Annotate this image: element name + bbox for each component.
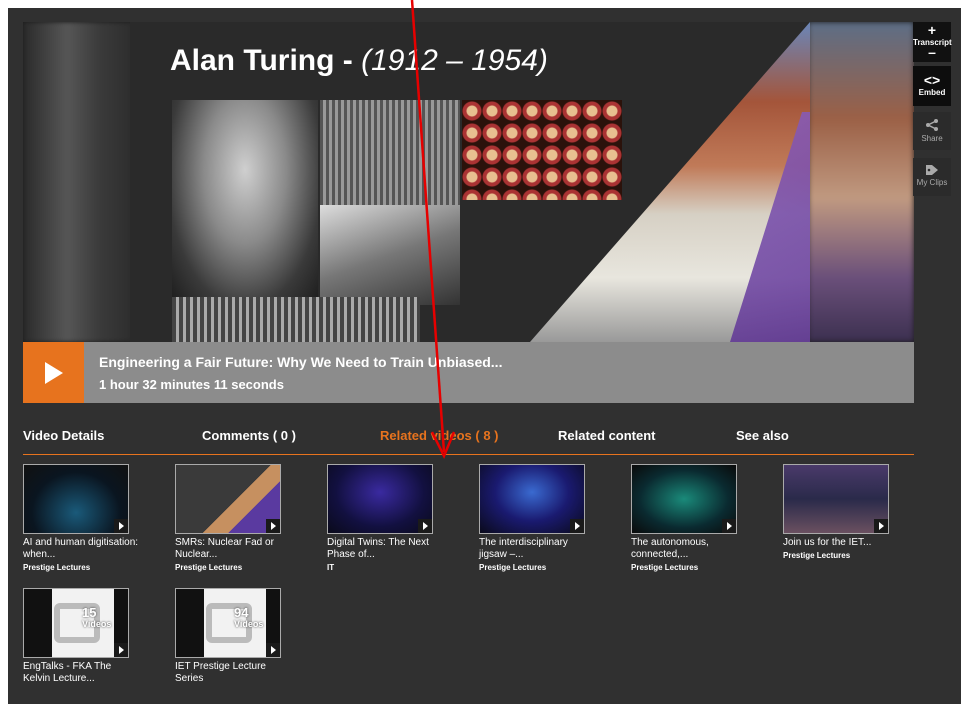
minus-icon: – — [928, 44, 936, 60]
playlist-card[interactable]: 94 Videos IET Prestige Lecture Series — [175, 588, 297, 685]
page-frame: Alan Turing - (1912 – 1954) Engineering … — [8, 8, 961, 704]
video-card-category: Prestige Lectures — [23, 563, 91, 572]
play-button[interactable] — [23, 342, 84, 403]
related-video-card[interactable]: The interdisciplinary jigsaw –... Presti… — [479, 464, 601, 572]
my-clips-label: My Clips — [916, 178, 948, 187]
enigma-rotors-image — [462, 100, 622, 200]
tab-comments-label: Comments — [202, 428, 270, 443]
video-card-category: IT — [327, 563, 335, 572]
tab-comments-count: ( 0 ) — [272, 428, 296, 443]
play-icon — [874, 519, 888, 533]
play-icon — [722, 519, 736, 533]
video-card-category: Prestige Lectures — [631, 563, 699, 572]
video-card-title[interactable]: AI and human digitisation: when... — [23, 537, 141, 561]
plus-icon: + — [927, 22, 937, 38]
play-icon — [570, 519, 584, 533]
video-card-title[interactable]: SMRs: Nuclear Fad or Nuclear... — [175, 537, 293, 561]
video-title: Engineering a Fair Future: Why We Need t… — [99, 354, 503, 370]
video-card-title[interactable]: The interdisciplinary jigsaw –... — [479, 537, 597, 561]
video-card-category: Prestige Lectures — [479, 563, 547, 572]
play-icon — [266, 519, 280, 533]
related-video-card[interactable]: Digital Twins: The Next Phase of... IT — [327, 464, 449, 572]
tab-comments[interactable]: Comments ( 0 ) — [202, 428, 296, 443]
playlist-count-label: Videos — [234, 619, 264, 629]
playlist-count: 94 — [234, 605, 249, 620]
code-icon: <> — [923, 72, 941, 88]
tab-related-content[interactable]: Related content — [558, 428, 656, 443]
video-thumbnail[interactable] — [631, 464, 737, 534]
content-tabs: Video Details Comments ( 0 ) Related vid… — [23, 426, 914, 455]
playlist-frame — [176, 589, 204, 657]
video-card-title[interactable]: The autonomous, connected,... — [631, 537, 749, 561]
slide-title: Alan Turing - (1912 – 1954) — [170, 44, 548, 77]
video-thumbnail[interactable] — [327, 464, 433, 534]
video-thumbnail[interactable] — [783, 464, 889, 534]
video-thumbnail[interactable] — [23, 464, 129, 534]
video-card-category: Prestige Lectures — [783, 551, 851, 560]
blurred-background-right — [808, 22, 914, 342]
video-card-category: Prestige Lectures — [175, 563, 243, 572]
playlist-count: 15 — [82, 605, 97, 620]
share-label: Share — [921, 134, 943, 143]
embed-label: Embed — [918, 88, 946, 97]
video-info-bar: Engineering a Fair Future: Why We Need t… — [23, 342, 914, 403]
play-icon — [114, 643, 128, 657]
blurred-background-left — [23, 22, 133, 342]
video-player[interactable]: Alan Turing - (1912 – 1954) — [23, 22, 914, 342]
playlist-frame — [24, 589, 52, 657]
bombe-machine-image — [320, 100, 460, 205]
share-icon — [926, 119, 938, 131]
tab-related-videos-count: ( 8 ) — [475, 428, 499, 443]
play-icon — [266, 643, 280, 657]
share-button[interactable]: Share — [913, 112, 951, 150]
video-thumbnail[interactable] — [175, 464, 281, 534]
play-icon — [114, 519, 128, 533]
play-icon — [418, 519, 432, 533]
playlist-thumbnail[interactable]: 94 Videos — [175, 588, 281, 658]
my-clips-button[interactable]: My Clips — [913, 158, 951, 196]
tab-related-videos[interactable]: Related videos ( 8 ) — [380, 428, 499, 443]
playlist-card[interactable]: 15 Videos EngTalks - FKA The Kelvin Lect… — [23, 588, 145, 685]
embed-button[interactable]: <> Embed — [913, 66, 951, 106]
video-card-title[interactable]: Digital Twins: The Next Phase of... — [327, 537, 445, 561]
related-video-card[interactable]: Join us for the IET... Prestige Lectures — [783, 464, 905, 560]
related-video-card[interactable]: SMRs: Nuclear Fad or Nuclear... Prestige… — [175, 464, 297, 572]
tag-icon — [926, 165, 938, 175]
video-frame[interactable]: Alan Turing - (1912 – 1954) — [130, 22, 810, 342]
playlist-title[interactable]: EngTalks - FKA The Kelvin Lecture... — [23, 661, 141, 685]
tab-see-also[interactable]: See also — [736, 428, 789, 443]
historic-photo-image — [320, 205, 460, 305]
tab-video-details[interactable]: Video Details — [23, 428, 104, 443]
related-video-card[interactable]: The autonomous, connected,... Prestige L… — [631, 464, 753, 572]
playlist-count-label: Videos — [82, 619, 112, 629]
tab-related-videos-label: Related videos — [380, 428, 472, 443]
video-duration: 1 hour 32 minutes 11 seconds — [99, 377, 284, 392]
video-card-title[interactable]: Join us for the IET... — [783, 537, 901, 549]
video-thumbnail[interactable] — [479, 464, 585, 534]
early-computer-image — [172, 297, 420, 342]
playlist-title[interactable]: IET Prestige Lecture Series — [175, 661, 293, 685]
transcript-button[interactable]: + Transcript – — [913, 22, 952, 62]
related-video-card[interactable]: AI and human digitisation: when... Prest… — [23, 464, 145, 572]
turing-portrait-image — [172, 100, 318, 300]
playlist-thumbnail[interactable]: 15 Videos — [23, 588, 129, 658]
